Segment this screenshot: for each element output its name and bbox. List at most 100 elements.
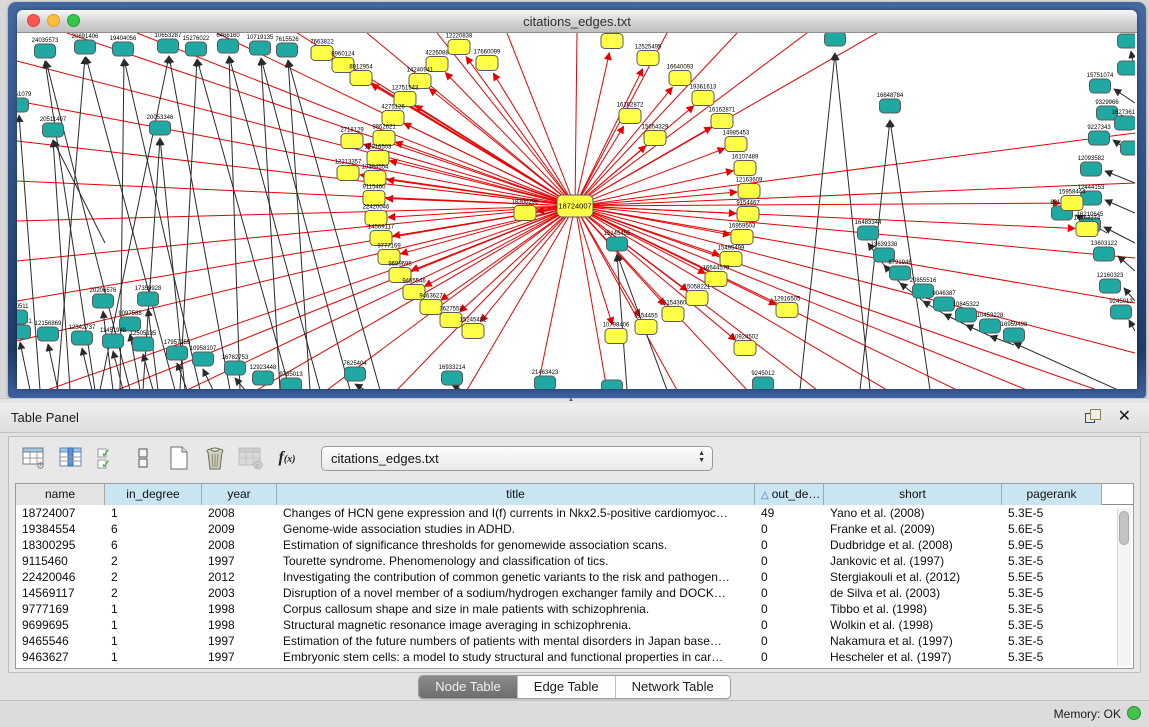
graph-node[interactable] — [363, 191, 385, 206]
graph-node[interactable] — [880, 99, 901, 113]
graph-node[interactable] — [720, 252, 742, 267]
table-row[interactable]: 969969511998Structural magnetic resonanc… — [16, 617, 1133, 633]
table-cell[interactable]: Changes of HCN gene expression and I(f) … — [277, 505, 755, 521]
table-cell[interactable]: Structural magnetic resonance image aver… — [277, 617, 755, 633]
graph-node[interactable] — [448, 40, 470, 55]
table-cell[interactable]: 19384554 — [16, 521, 105, 537]
red-citation-edge[interactable] — [575, 206, 1135, 353]
red-citation-edge[interactable] — [47, 206, 575, 389]
table-cell[interactable]: 22420046 — [16, 569, 105, 585]
table-cell[interactable]: Investigating the contribution of common… — [277, 569, 755, 585]
graph-node[interactable] — [442, 371, 463, 385]
table-cell[interactable]: 5.3E-5 — [1002, 553, 1102, 569]
citation-edge[interactable] — [1105, 171, 1135, 183]
red-citation-edge[interactable] — [437, 33, 575, 206]
table-cell[interactable]: 18300295 — [16, 537, 105, 553]
citation-edge[interactable] — [103, 311, 113, 389]
graph-node[interactable] — [150, 121, 171, 135]
citation-edge[interactable] — [203, 369, 213, 389]
graph-node[interactable] — [956, 308, 977, 322]
window-titlebar[interactable]: citations_edges.txt — [17, 10, 1137, 33]
table-cell[interactable]: Dudbridge et al. (2008) — [824, 537, 1002, 553]
column-header-year[interactable]: year — [202, 484, 277, 505]
graph-node[interactable] — [1118, 34, 1136, 48]
table-cell[interactable]: 0 — [755, 601, 824, 617]
red-citation-edge[interactable] — [575, 33, 577, 206]
zoom-window-button[interactable] — [67, 14, 80, 27]
table-cell[interactable]: 5.3E-5 — [1002, 585, 1102, 601]
graph-node[interactable] — [138, 292, 159, 306]
graph-node[interactable] — [382, 111, 404, 126]
citation-edge[interactable] — [48, 344, 58, 389]
memory-status-indicator[interactable] — [1127, 706, 1141, 720]
table-selector-dropdown[interactable]: citations_edges.txt ▲▼ — [321, 446, 713, 471]
network-canvas[interactable]: 2403557320691406194040561065328715276022… — [17, 33, 1137, 389]
column-header-out_de[interactable]: △out_de… — [755, 484, 824, 505]
table-cell[interactable]: 0 — [755, 537, 824, 553]
table-row[interactable]: 911546021997Tourette syndrome. Phenomeno… — [16, 553, 1133, 569]
graph-node[interactable] — [38, 327, 59, 341]
table-cell[interactable]: 0 — [755, 633, 824, 649]
graph-node[interactable] — [711, 114, 733, 129]
scrollbar-thumb[interactable] — [1119, 511, 1129, 545]
graph-node[interactable] — [776, 303, 798, 318]
graph-node[interactable] — [934, 297, 955, 311]
graph-node[interactable] — [605, 329, 627, 344]
table-cell[interactable]: 1 — [105, 617, 202, 633]
table-cell[interactable]: 0 — [755, 585, 824, 601]
graph-node[interactable] — [644, 131, 666, 146]
graph-node[interactable] — [619, 109, 641, 124]
minimize-window-button[interactable] — [47, 14, 60, 27]
table-cell[interactable]: Embryonic stem cells: a model to study s… — [277, 649, 755, 665]
graph-node[interactable] — [167, 346, 188, 360]
table-row[interactable]: 1872400712008Changes of HCN gene express… — [16, 505, 1133, 521]
table-cell[interactable]: 0 — [755, 569, 824, 585]
graph-node[interactable] — [1094, 247, 1115, 261]
graph-node[interactable] — [337, 166, 359, 181]
graph-node[interactable] — [669, 71, 691, 86]
table-cell[interactable]: 0 — [755, 553, 824, 569]
new-column-button[interactable] — [163, 442, 195, 474]
table-cell[interactable]: Stergiakouli et al. (2012) — [824, 569, 1002, 585]
graph-node[interactable] — [1118, 61, 1136, 75]
table-cell[interactable]: 1 — [105, 601, 202, 617]
column-header-short[interactable]: short — [824, 484, 1002, 505]
table-cell[interactable]: 5.3E-5 — [1002, 633, 1102, 649]
citation-edge[interactable] — [19, 115, 40, 389]
table-cell[interactable]: 1997 — [202, 649, 277, 665]
column-header-in_degree[interactable]: in_degree — [105, 484, 202, 505]
red-citation-edge[interactable] — [467, 206, 575, 389]
close-window-button[interactable] — [27, 14, 40, 27]
table-cell[interactable]: 1997 — [202, 633, 277, 649]
graph-node[interactable] — [75, 40, 96, 54]
graph-node[interactable] — [725, 137, 747, 152]
graph-node[interactable] — [113, 42, 134, 56]
table-cell[interactable]: 1 — [105, 649, 202, 665]
table-cell[interactable]: Nakamura et al. (1997) — [824, 633, 1002, 649]
column-header-pagerank[interactable]: pagerank — [1002, 484, 1102, 505]
graph-node[interactable] — [890, 266, 911, 280]
select-column-button[interactable] — [55, 442, 87, 474]
table-cell[interactable]: Tibbo et al. (1998) — [824, 601, 1002, 617]
delete-table-button[interactable]: x — [235, 442, 267, 474]
graph-node[interactable] — [514, 206, 536, 221]
table-cell[interactable]: Franke et al. (2009) — [824, 521, 1002, 537]
graph-node[interactable] — [17, 325, 31, 339]
citation-edge[interactable] — [177, 363, 187, 389]
graph-node[interactable] — [637, 51, 659, 66]
table-cell[interactable]: 0 — [755, 521, 824, 537]
table-cell[interactable]: 2008 — [202, 537, 277, 553]
red-citation-edge[interactable] — [575, 206, 1075, 228]
graph-node[interactable] — [365, 211, 387, 226]
table-cell[interactable]: 1998 — [202, 601, 277, 617]
table-cell[interactable]: 2 — [105, 553, 202, 569]
table-cell[interactable]: 5.9E-5 — [1002, 537, 1102, 553]
graph-node[interactable] — [277, 43, 298, 57]
graph-node[interactable] — [17, 98, 29, 112]
citation-edge[interactable] — [355, 384, 365, 389]
citation-edge[interactable] — [1105, 200, 1135, 213]
table-cell[interactable]: 2003 — [202, 585, 277, 601]
table-cell[interactable]: 1 — [105, 633, 202, 649]
table-row[interactable]: 946362711997Embryonic stem cells: a mode… — [16, 649, 1133, 665]
table-cell[interactable]: 1998 — [202, 617, 277, 633]
